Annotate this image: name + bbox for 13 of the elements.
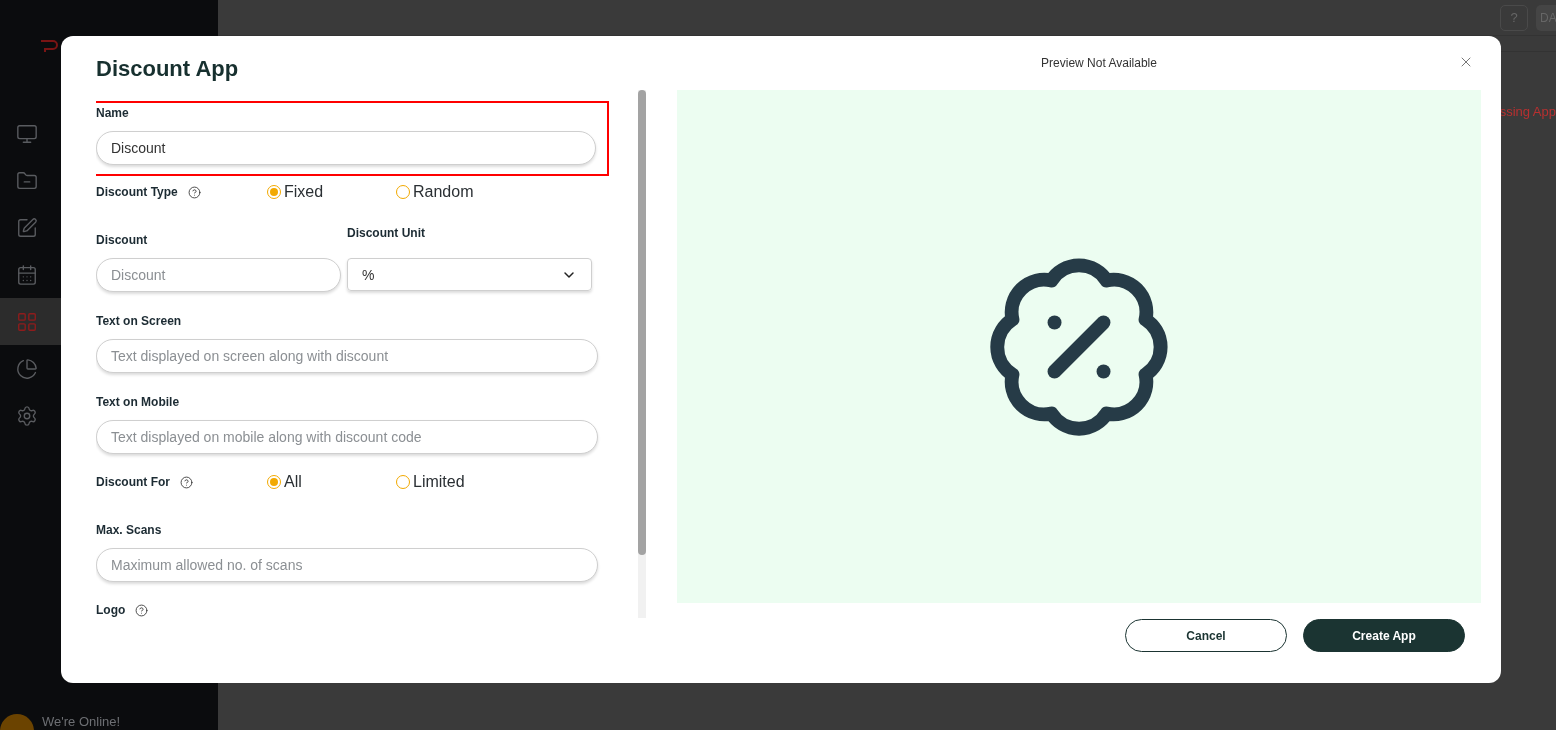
- field-label: Text on Mobile: [96, 394, 181, 410]
- field-label: Discount Type: [96, 184, 178, 200]
- field-label: Logo: [96, 602, 126, 618]
- dialog-title: Discount App: [96, 56, 239, 82]
- field-label: Max. Scans: [96, 522, 163, 538]
- field-label: Discount Unit: [347, 225, 426, 241]
- notice-text: ssing App: [1499, 104, 1556, 119]
- status-text: We're Online!: [42, 713, 121, 729]
- preview-title: Preview Not Available: [1041, 55, 1157, 70]
- field-label: Discount For: [96, 474, 170, 490]
- field-label: Text on Screen: [96, 313, 183, 329]
- field-label: Name: [96, 105, 130, 121]
- field-label: Discount: [96, 232, 149, 248]
